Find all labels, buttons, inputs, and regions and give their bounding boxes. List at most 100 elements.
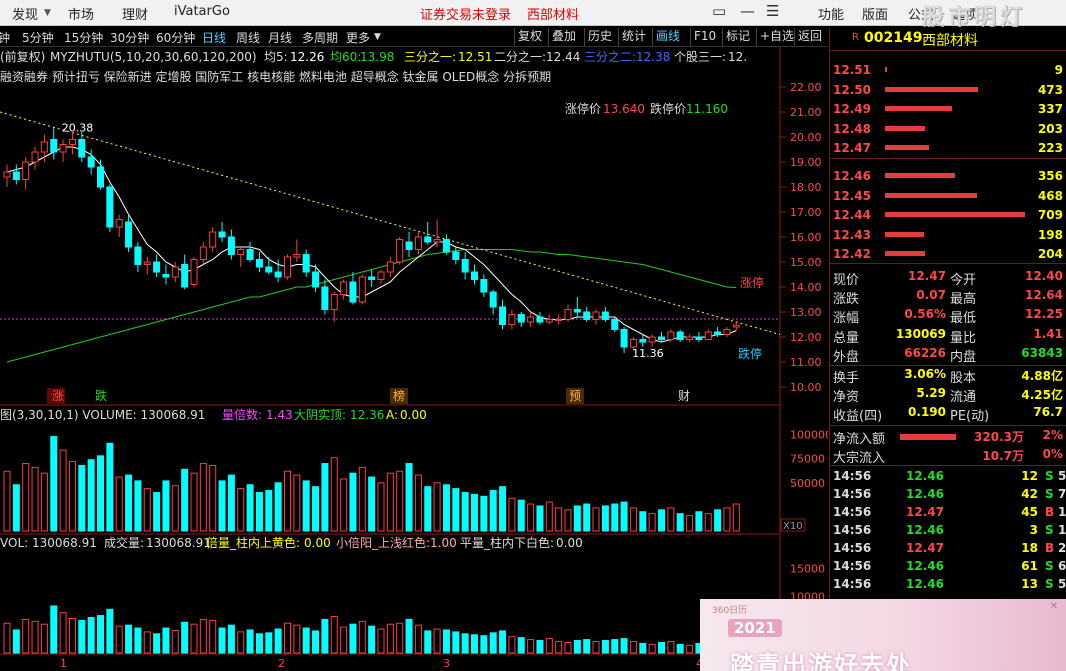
history-button[interactable]: 历史 — [584, 28, 615, 46]
tab-30min[interactable]: 30分钟 — [110, 29, 149, 46]
candle[interactable] — [676, 331, 684, 340]
candle[interactable] — [143, 261, 151, 265]
restore-rights-button[interactable]: 复权 — [514, 28, 545, 46]
candle[interactable] — [545, 319, 553, 323]
candle[interactable] — [199, 246, 207, 260]
candle[interactable] — [125, 221, 133, 248]
candle[interactable] — [592, 311, 600, 320]
chevron-down-icon[interactable]: ▼ — [44, 8, 51, 18]
overlay-button[interactable]: 叠加 — [548, 28, 579, 46]
candle[interactable] — [321, 286, 329, 310]
candle[interactable] — [695, 336, 703, 340]
f10-button[interactable]: F10 — [690, 28, 719, 46]
stock-code[interactable]: 002149 — [864, 30, 922, 46]
tab-5min[interactable]: 5分钟 — [22, 29, 54, 46]
candle[interactable] — [658, 336, 665, 340]
candle[interactable] — [368, 276, 376, 280]
candle[interactable] — [620, 329, 628, 348]
candle[interactable] — [377, 271, 385, 280]
candle[interactable] — [611, 319, 619, 330]
order-book-row[interactable]: 12.44 709 — [830, 206, 1066, 224]
order-book-row[interactable]: 12.48 203 — [830, 120, 1066, 138]
close-icon[interactable]: ✕ — [1050, 601, 1058, 612]
candle[interactable] — [134, 246, 142, 265]
event-marker-limit-up[interactable]: 涨 — [52, 388, 64, 403]
candle[interactable] — [564, 309, 572, 320]
candle[interactable] — [508, 314, 516, 325]
candle[interactable] — [573, 309, 581, 313]
candle[interactable] — [499, 306, 507, 325]
candle[interactable] — [40, 141, 48, 153]
candle[interactable] — [732, 324, 740, 328]
draw-line-button[interactable]: 画线 — [652, 28, 683, 46]
candle[interactable] — [452, 251, 460, 260]
tab-multi-period[interactable]: 多周期 — [302, 29, 338, 46]
menu-market[interactable]: 市场 — [68, 4, 94, 23]
candle[interactable] — [78, 139, 86, 158]
tab-monthly[interactable]: 月线 — [268, 29, 292, 46]
candle[interactable] — [601, 311, 609, 320]
tab-weekly[interactable]: 周线 — [236, 29, 260, 46]
candle[interactable] — [153, 261, 161, 273]
candle[interactable] — [714, 331, 722, 335]
candle[interactable] — [255, 259, 263, 268]
candle[interactable] — [190, 259, 198, 285]
tab-more[interactable]: 更多 — [346, 29, 370, 46]
event-marker-forecast[interactable]: 预 — [569, 389, 581, 403]
candle[interactable] — [284, 256, 291, 278]
ad-headline[interactable]: 踏青出游好去处 — [730, 645, 912, 671]
candle[interactable] — [115, 219, 123, 228]
candle[interactable] — [181, 264, 189, 288]
minimize-icon[interactable]: — — [740, 2, 755, 20]
order-book-row[interactable]: 12.46 356 — [830, 167, 1066, 185]
order-book-row[interactable]: 12.49 337 — [830, 100, 1066, 118]
restore-icon[interactable]: ▭ — [712, 2, 726, 20]
candle[interactable] — [12, 171, 20, 180]
candle[interactable] — [648, 336, 656, 343]
candle[interactable] — [536, 316, 544, 323]
candle[interactable] — [97, 166, 104, 188]
more-chevron-icon[interactable]: ▼ — [374, 32, 381, 42]
login-status[interactable]: 证券交易未登录 — [420, 4, 511, 23]
candle[interactable] — [274, 271, 282, 278]
candle[interactable] — [162, 274, 170, 278]
candle[interactable] — [171, 266, 179, 278]
candle[interactable] — [87, 156, 95, 168]
candle[interactable] — [555, 319, 563, 321]
menu-discover[interactable]: 发现 — [12, 4, 38, 23]
menu-layout[interactable]: 版面 — [862, 4, 888, 23]
candle[interactable] — [527, 316, 535, 323]
candle[interactable] — [461, 259, 469, 273]
candle[interactable] — [237, 249, 245, 255]
order-book-row[interactable]: 12.51 9 — [830, 61, 1066, 79]
order-book-row[interactable]: 12.43 198 — [830, 226, 1066, 244]
candle[interactable] — [358, 276, 366, 303]
candle[interactable] — [583, 311, 591, 320]
candle[interactable] — [480, 279, 488, 293]
candle[interactable] — [639, 339, 647, 343]
candle[interactable] — [629, 339, 637, 348]
candle[interactable] — [312, 271, 320, 288]
candle[interactable] — [293, 254, 301, 258]
event-marker-finance[interactable]: 财 — [678, 389, 690, 403]
calendar-ad-popup[interactable]: 360日历 ✕ 2021 踏青出游好去处 — [700, 599, 1066, 671]
stock-name[interactable]: 西部材料 — [922, 30, 978, 50]
candle[interactable] — [414, 236, 422, 250]
candle[interactable] — [265, 266, 273, 273]
stats-button[interactable]: 统计 — [618, 28, 649, 46]
candle[interactable] — [227, 236, 235, 255]
tab-15min[interactable]: 15分钟 — [64, 29, 103, 46]
add-favorite-button[interactable]: +自选 — [756, 28, 797, 46]
mark-button[interactable]: 标记 — [722, 28, 753, 46]
candle[interactable] — [396, 239, 404, 263]
candle[interactable] — [686, 336, 694, 340]
candle[interactable] — [209, 231, 217, 248]
menu-function[interactable]: 功能 — [818, 4, 844, 23]
order-book-row[interactable]: 12.42 204 — [830, 245, 1066, 263]
candle[interactable] — [218, 231, 226, 238]
candle[interactable] — [471, 271, 478, 280]
tab-daily[interactable]: 日线 — [202, 29, 226, 46]
candle[interactable] — [433, 239, 441, 243]
menu-finance[interactable]: 理财 — [122, 4, 148, 23]
event-marker-limit-down[interactable]: 跌 — [95, 388, 107, 403]
